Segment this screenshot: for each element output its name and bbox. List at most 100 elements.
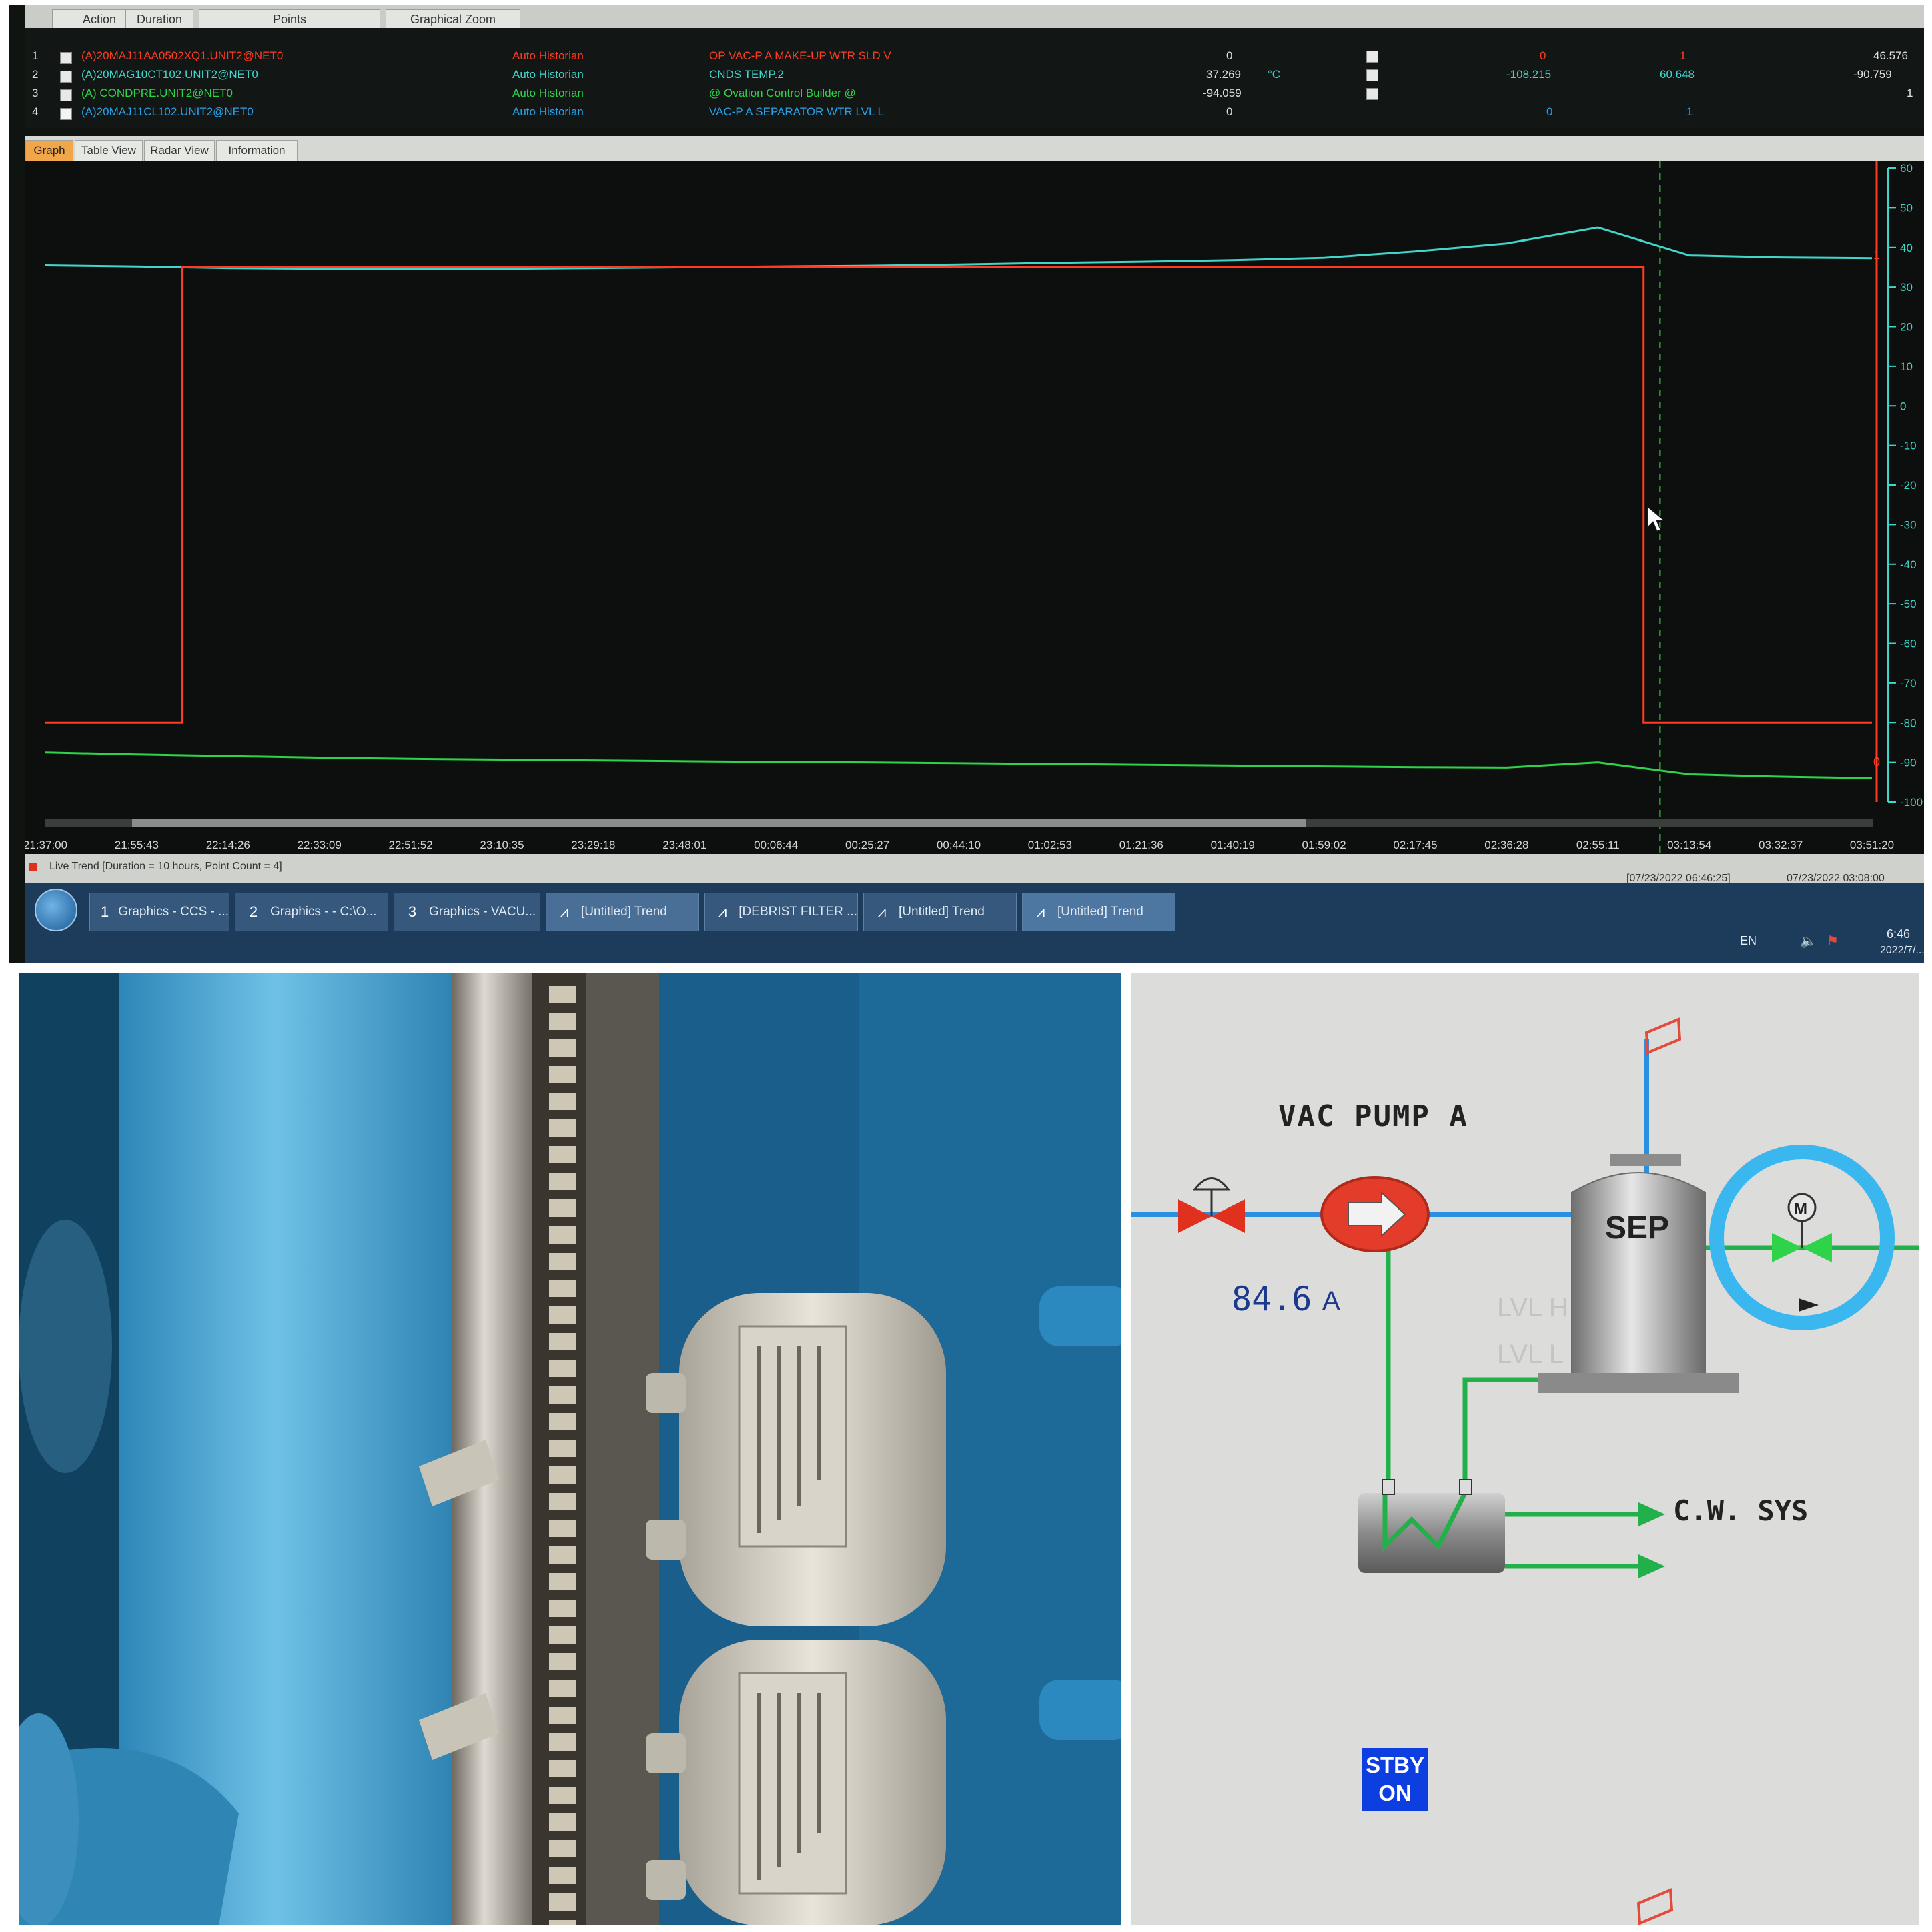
point-scale-checkbox[interactable] (1366, 51, 1378, 63)
trend-graph[interactable]: 60 50 40 30 20 10 0 -10 -20 -30 -40 -50 -60 -70 -80 -90… (25, 161, 1924, 854)
makeup-valve-icon[interactable]: M (1772, 1193, 1832, 1262)
gauge-tick (549, 1493, 576, 1510)
trend-app-icon: ⩘ (877, 903, 887, 920)
taskbar-item-graphics-vacu[interactable]: 3 Graphics - VACU... (394, 893, 540, 931)
x-tick-label: 02:36:28 (1484, 839, 1528, 851)
y-tick-label: -10 (1900, 440, 1917, 452)
point-row-1[interactable]: 1 (A)20MAJ11AA0502XQ1.UNIT2@NET0 Auto Hi… (25, 49, 1924, 68)
vacuum-pump-icon[interactable] (1320, 1176, 1430, 1252)
graphical-zoom-tab[interactable]: Graphical Zoom (386, 9, 520, 29)
x-tick-label: 03:51:20 (1850, 839, 1894, 851)
windows-taskbar: 1 Graphics - CCS - ... 2 Graphics - - C:… (25, 883, 1924, 963)
start-button[interactable] (35, 889, 77, 931)
gauge-tick (549, 1119, 576, 1137)
point-scale-checkbox[interactable] (1366, 69, 1378, 81)
motor-label: M (1794, 1200, 1807, 1218)
point-visible-checkbox[interactable] (60, 71, 72, 83)
x-tick-label: 01:59:02 (1302, 839, 1346, 851)
point-visible-checkbox[interactable] (60, 89, 72, 101)
gauge-tick (549, 1280, 576, 1297)
taskbar-label: [Untitled] Trend (899, 905, 985, 919)
gauge-tick (549, 1520, 576, 1537)
gauge-tick (549, 1840, 576, 1857)
duration-tab[interactable]: Duration (125, 9, 193, 29)
tab-radar-view[interactable]: Radar View (144, 140, 215, 161)
taskbar-item-debrist-filter[interactable]: ⩘ [DEBRIST FILTER ... (704, 893, 858, 931)
x-tick-label: 21:37:00 (25, 839, 67, 851)
point-number: 2 (32, 68, 39, 81)
taskbar-item-graphics-path[interactable]: 2 Graphics - - C:\O... (235, 893, 388, 931)
point-number: 1 (32, 49, 39, 62)
y-tick-label: 30 (1900, 281, 1913, 294)
taskbar-item-graphics-ccs[interactable]: 1 Graphics - CCS - ... (89, 893, 229, 931)
gauge-tick (549, 1253, 576, 1270)
point-visible-checkbox[interactable] (60, 108, 72, 120)
gauge-tick (549, 1146, 576, 1163)
standby-line-2: ON (1378, 1781, 1412, 1805)
gauge-tick (549, 1733, 576, 1751)
graphics-app-icon: 3 (408, 903, 417, 920)
point-last: 46.576 (1873, 49, 1908, 62)
trend-status-bar: Live Trend [Duration = 10 hours, Point C… (25, 854, 1924, 884)
gauge-tick (549, 1013, 576, 1030)
taskbar-label: [Untitled] Trend (1057, 905, 1143, 919)
taskbar-item-trend-1[interactable]: ⩘ [Untitled] Trend (546, 893, 699, 931)
status-text: Live Trend [Duration = 10 hours, Point C… (49, 861, 282, 872)
taskbar-label: Graphics - VACU... (429, 905, 536, 919)
y-tick-label: -60 (1900, 638, 1917, 650)
separator-drain-pipe (1462, 1377, 1538, 1480)
x-tick-label: 03:32:37 (1759, 839, 1803, 851)
language-indicator[interactable]: EN (1740, 934, 1757, 948)
point-row-3[interactable]: 3 (A) CONDPRE.UNIT2@NET0 Auto Historian … (25, 87, 1924, 105)
gauge-tick (549, 1306, 576, 1324)
graphics-app-icon: 2 (249, 903, 258, 920)
suction-valve-icon[interactable] (1178, 1177, 1245, 1234)
point-number: 3 (32, 87, 39, 99)
point-description: OP VAC-P A MAKE-UP WTR SLD V (709, 49, 891, 62)
point-source: Auto Historian (512, 49, 584, 62)
point-row-4[interactable]: 4 (A)20MAJ11CL102.UNIT2@NET0 Auto Histor… (25, 105, 1924, 124)
taskbar-label: Graphics - - C:\O... (270, 905, 377, 919)
x-tick-label: 01:21:36 (1119, 839, 1163, 851)
point-source: Auto Historian (512, 68, 584, 81)
y-tick-label: 0 (1900, 400, 1906, 412)
trend-series-line-3 (45, 266, 1872, 724)
taskbar-item-trend-2[interactable]: ⩘ [Untitled] Trend (863, 893, 1017, 931)
tab-graph[interactable]: Graph (25, 140, 73, 161)
point-row-2[interactable]: 2 (A)20MAG10CT102.UNIT2@NET0 Auto Histor… (25, 68, 1924, 87)
x-tick-label: 23:48:01 (662, 839, 706, 851)
gauge-tick (549, 1173, 576, 1190)
tab-information[interactable]: Information (216, 140, 298, 161)
digital-high-label: 1 (1873, 248, 1880, 262)
y-tick-label: -100 (1900, 796, 1923, 809)
point-unit: °C (1268, 68, 1281, 81)
point-tag: (A)20MAJ11AA0502XQ1.UNIT2@NET0 (81, 49, 284, 62)
mimic-diagram: M (1131, 1017, 1919, 1925)
volume-icon[interactable]: 🔈 (1800, 933, 1817, 949)
flag-icon[interactable]: ⚑ (1827, 933, 1839, 949)
taskbar-item-trend-3[interactable]: ⩘ [Untitled] Trend (1022, 893, 1175, 931)
point-visible-checkbox[interactable] (60, 52, 72, 64)
standby-status-button[interactable]: STBY ON (1362, 1748, 1428, 1811)
status-indicator-icon (29, 863, 37, 871)
points-tab[interactable]: Points (199, 9, 380, 29)
point-scale-checkbox[interactable] (1366, 88, 1378, 100)
trend-app-icon: ⩘ (560, 903, 569, 920)
trend-app-icon: ⩘ (718, 903, 727, 920)
trend-point-table: 1 (A)20MAJ11AA0502XQ1.UNIT2@NET0 Auto Hi… (25, 28, 1924, 128)
clock-time[interactable]: 6:46 (1887, 927, 1910, 941)
point-description: CNDS TEMP.2 (709, 68, 784, 81)
point-value: 0 (1226, 49, 1233, 62)
gauge-tick (549, 1867, 576, 1884)
x-tick-label: 23:29:18 (571, 839, 615, 851)
tab-table-view[interactable]: Table View (75, 140, 143, 161)
level-high-label: LVL H (1497, 1293, 1568, 1322)
vac-pump-mimic: M VAC PUMP A 84.6 A SEP LVL H LVL L C.W.… (1131, 973, 1919, 1925)
pump-current-unit: A (1322, 1286, 1340, 1316)
time-scrollbar-thumb[interactable] (132, 819, 1306, 827)
view-tab-bar: Graph Table View Radar View Information (25, 136, 1924, 161)
gauge-tick (549, 1893, 576, 1911)
pump-title: VAC PUMP A (1278, 1099, 1468, 1133)
x-tick-label: 23:10:35 (480, 839, 524, 851)
point-min: 0 (1540, 49, 1546, 62)
